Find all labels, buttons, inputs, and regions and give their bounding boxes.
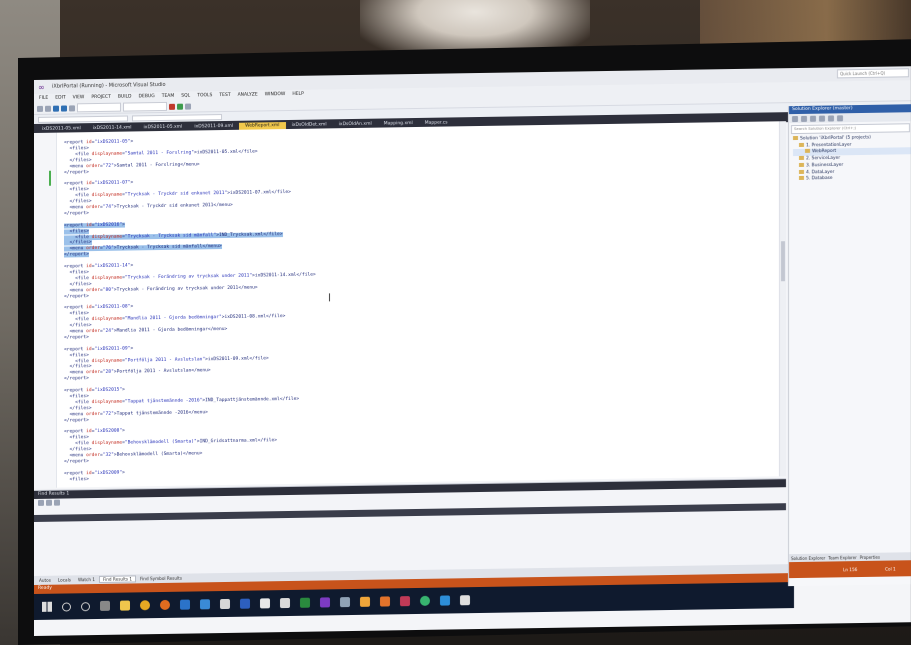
cortana-icon[interactable] [81,601,90,611]
status-col: Col 1 [885,566,896,572]
app-icon[interactable] [360,596,370,607]
task-view-icon[interactable] [100,600,110,611]
solution-tree-label: 4. DataLayer [806,169,835,175]
properties-icon[interactable] [837,114,843,121]
new-file-icon[interactable] [53,105,59,112]
status-text: Ready [38,585,52,591]
solution-tree-label: 3. BusinessLayer [806,162,844,169]
visual-studio-icon: ∞ [38,82,45,92]
search-icon[interactable] [62,601,71,612]
clear-icon[interactable] [54,499,60,506]
windows-start-icon[interactable] [42,601,52,612]
nav-dropdown-left[interactable] [38,115,128,123]
stop-icon[interactable] [169,103,175,110]
solution-tree: Solution 'iXbrlPortal' (5 projects) 1. Pr… [789,134,911,183]
menu-edit[interactable]: EDIT [55,96,65,101]
step-icon[interactable] [185,103,191,110]
menu-file[interactable]: FILE [39,96,48,101]
menu-analyze[interactable]: ANALYZE [238,92,258,97]
continue-icon[interactable] [177,103,183,110]
solution-explorer: Solution Explorer (master) Search Soluti… [788,104,911,587]
config-dropdown[interactable] [77,102,121,113]
menu-test[interactable]: TEST [219,93,230,98]
status-line: Ln 156 [843,567,858,573]
chrome-icon[interactable] [140,600,150,611]
firefox-icon[interactable] [160,599,170,611]
solution-tree-label: 5. Database [806,176,833,182]
solution-panel-tab[interactable]: Solution Explorer [791,555,825,561]
forward-icon[interactable] [801,115,807,122]
folder-icon [799,176,804,181]
window-title: iXbrlPortal (Running) - Microsoft Visual… [52,81,166,90]
menu-debug[interactable]: DEBUG [139,94,155,99]
mouse-cursor [329,293,330,302]
monitor-screen: ∞ iXbrlPortal (Running) - Microsoft Visu… [34,66,911,637]
editor-gutter [34,132,57,489]
solution-tree-label: WebReport [812,149,837,155]
status-bar-right: Ln 156 Col 1 [789,560,911,579]
solution-panel-tab[interactable]: Properties [860,554,880,559]
app-icon[interactable] [440,595,450,606]
menu-view[interactable]: VIEW [73,95,85,100]
find-prev-icon[interactable] [38,499,44,506]
bottom-tab[interactable]: Watch 1 [75,577,98,582]
menu-window[interactable]: WINDOW [265,92,286,97]
save-icon[interactable] [61,104,67,112]
visual-studio-taskbar-icon[interactable] [320,597,330,608]
spotify-icon[interactable] [420,595,430,606]
solution-tree-item[interactable]: 5. Database [793,174,911,183]
menu-build[interactable]: BUILD [118,94,132,99]
home-icon[interactable] [810,115,816,122]
solution-tree-label: Solution 'iXbrlPortal' (5 projects) [800,135,871,142]
folder-icon [799,156,804,161]
code-text[interactable]: <report id="ixDS2011-05"> <files> <file … [64,137,316,484]
back-icon[interactable] [37,105,43,112]
bottom-tab[interactable]: Find Results 1 [99,575,137,583]
code-editor[interactable]: <report id="ixDS2011-05"> <files> <file … [34,121,786,489]
collapse-icon[interactable] [828,114,834,122]
menu-sql[interactable]: SQL [181,94,190,99]
refresh-icon[interactable] [819,115,825,122]
back-icon[interactable] [792,115,798,122]
solution-panel-tab[interactable]: Team Explorer [828,555,857,560]
folder-icon [805,149,810,154]
solution-tree-label: 1. PresentationLayer [806,142,852,149]
find-next-icon[interactable] [46,499,52,506]
app-icon[interactable] [340,597,350,608]
bottom-tab[interactable]: Autos [36,578,54,583]
menu-tools[interactable]: TOOLS [197,93,212,98]
bottom-tab[interactable]: Find Symbol Results [137,576,185,582]
solution-tree-label: 2. ServiceLayer [806,155,841,162]
document-icon[interactable] [260,598,270,609]
document-icon[interactable] [280,597,290,609]
editor-scrollbar[interactable] [779,121,786,477]
forward-icon[interactable] [45,105,51,112]
bottom-tab[interactable]: Locals [55,577,74,582]
excel-icon[interactable] [300,597,310,608]
folder-icon [799,169,804,174]
output-pane-header [34,503,786,522]
ie-icon[interactable] [200,599,210,610]
menu-team[interactable]: TEAM [162,94,175,99]
change-marker [49,179,51,186]
menu-help[interactable]: HELP [292,92,303,97]
store-icon[interactable] [220,598,230,610]
solution-search-input[interactable]: Search Solution Explorer (Ctrl+;) [791,123,910,135]
file-explorer-icon[interactable] [120,600,130,611]
scrollbar-thumb[interactable] [781,241,785,282]
calculator-icon[interactable] [460,595,470,606]
solution-icon [793,135,798,141]
menu-project[interactable]: PROJECT [91,95,110,100]
folder-icon [799,162,804,167]
app-icon[interactable] [400,596,410,607]
quick-launch-input[interactable]: Quick Launch (Ctrl+Q) [837,68,909,79]
edge-icon[interactable] [180,599,190,610]
undo-icon[interactable] [69,104,75,111]
nav-dropdown-right[interactable] [132,113,222,121]
platform-dropdown[interactable] [123,101,167,112]
word-icon[interactable] [240,598,250,609]
app-icon[interactable] [380,596,390,607]
folder-icon [799,142,804,147]
